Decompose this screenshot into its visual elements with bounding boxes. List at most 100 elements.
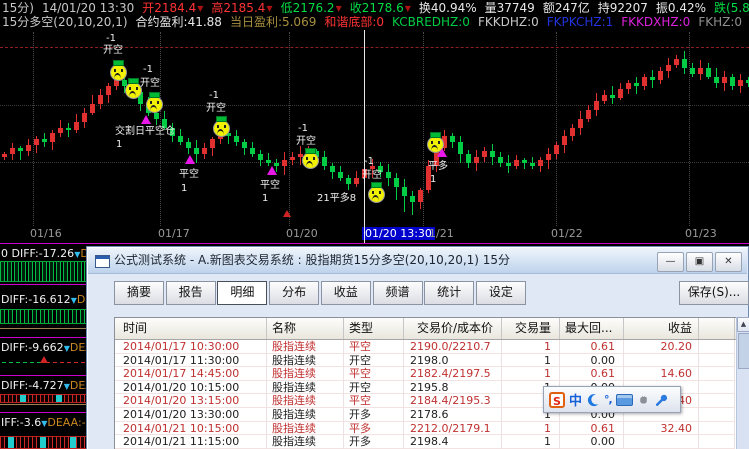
quote-field: 跌(5.8)0.27% — [714, 1, 749, 15]
quote-field: FKHZ:0 — [698, 15, 743, 29]
formula-test-dialog: 公式测试系统 - A.新图表交易系统 : 股指期货15分多空(20,10,20,… — [86, 246, 749, 449]
candle-wick — [412, 190, 413, 215]
indicator-dash-line — [46, 362, 87, 363]
candle-body — [194, 148, 199, 155]
candle-body — [418, 190, 423, 203]
cell-type: 开多 — [344, 407, 404, 422]
down-arrow-icon: ▼ — [197, 4, 204, 13]
dialog-titlebar[interactable]: 公式测试系统 - A.新图表交易系统 : 股指期货15分多空(20,10,20,… — [88, 248, 747, 274]
chinese-mode-icon[interactable]: 中 — [569, 390, 582, 409]
grid-line — [423, 32, 424, 226]
column-header[interactable]: 类型 — [344, 318, 404, 339]
cell-filler — [699, 353, 735, 368]
tab-分布[interactable]: 分布 — [269, 281, 320, 305]
candle-body — [738, 79, 743, 86]
candle-body — [554, 145, 559, 155]
column-header[interactable]: 收益 — [624, 318, 699, 339]
smiley-hat — [149, 92, 160, 98]
tab-摘要[interactable]: 摘要 — [114, 281, 164, 305]
indicator-dash-line — [2, 362, 44, 363]
candle-body — [250, 148, 255, 155]
down-arrow-icon: ▼ — [404, 4, 411, 13]
indicator-cyan-bar — [40, 437, 46, 448]
dialog-title: 公式测试系统 - A.新图表交易系统 : 股指期货15分多空(20,10,20,… — [114, 253, 511, 267]
smiley-hat — [128, 78, 139, 84]
candle-body — [258, 154, 263, 161]
close-signal-triangle-icon — [437, 148, 447, 157]
minimize-button[interactable]: — — [657, 252, 684, 272]
save-button[interactable]: 保存(S)... — [679, 281, 749, 305]
close-button[interactable]: ✕ — [715, 252, 742, 272]
chart-label: 1 — [430, 174, 437, 185]
column-header[interactable]: 名称 — [267, 318, 344, 339]
window-buttons: — ▣ ✕ — [657, 252, 742, 272]
column-header[interactable]: 交易量 — [502, 318, 560, 339]
table-row[interactable]: 2014/01/21 10:15:00 股指连续 平多 2212.0/2179.1 1 0… — [115, 421, 737, 436]
crosshair-line — [364, 30, 365, 243]
grid-line — [689, 32, 690, 226]
punctuation-icon[interactable]: °, — [604, 393, 613, 406]
cell-type: 平空 — [344, 367, 404, 381]
cell-filler — [699, 421, 735, 436]
scroll-up-arrow-icon[interactable]: ▲ — [737, 317, 749, 332]
candle-body — [706, 67, 711, 77]
tab-设定[interactable]: 设定 — [475, 281, 526, 305]
cell-name: 股指连续 — [267, 407, 344, 422]
candle-body — [98, 94, 103, 104]
candle-body — [290, 157, 295, 161]
tab-收益[interactable]: 收益 — [320, 281, 371, 305]
x-axis: 01/16 01/17 01/20 01/20 13:30 1/21 01/22 01/23 — [0, 226, 749, 243]
handwriting-icon[interactable] — [637, 393, 650, 406]
tab-报告[interactable]: 报告 — [165, 281, 216, 305]
tab-频谱[interactable]: 频谱 — [372, 281, 423, 305]
table-row[interactable]: 2014/01/17 14:45:00 股指连续 平空 2182.4/2197.5 1 0… — [115, 367, 737, 381]
cell-name: 股指连续 — [267, 435, 344, 449]
cell-filler — [699, 407, 735, 422]
table-row[interactable]: 2014/01/17 10:30:00 股指连续 平空 2190.0/2210.7 1 0… — [115, 340, 737, 354]
candle-body — [458, 142, 463, 155]
candlestick-chart[interactable]: -1 开空 -1 开空 交割日平空仓 1 -1 开空 平空 1 平空 1 -1 开空 21平多8 -1 开空 平多… — [0, 30, 749, 243]
cell-filler — [699, 380, 735, 395]
indicator-cyan-bar — [56, 395, 62, 402]
down-arrow-icon: ▼ — [266, 4, 273, 13]
restore-button[interactable]: ▣ — [686, 252, 713, 272]
grid-line — [0, 162, 749, 163]
candle-body — [346, 178, 351, 185]
candle-body — [10, 148, 15, 155]
cell-name: 股指连续 — [267, 394, 344, 408]
column-header[interactable]: 交易价/成本价 — [404, 318, 502, 339]
quote-field: 低2176.2 — [280, 1, 335, 15]
tab-明细[interactable]: 明细 — [217, 281, 268, 305]
candle-body — [410, 196, 415, 203]
fullwidth-moon-icon[interactable] — [586, 393, 600, 407]
settings-wrench-icon[interactable] — [654, 393, 668, 407]
sogou-logo-icon[interactable]: S — [549, 391, 565, 408]
candle-body — [538, 160, 543, 167]
panel-separator — [0, 284, 87, 285]
open-signal-smiley-icon — [125, 78, 142, 99]
quote-field: 开2184.4 — [142, 1, 197, 15]
table-row[interactable]: 2014/01/17 11:30:00 股指连续 开空 2198.0 1 0.00 — [115, 353, 737, 368]
cell-time: 2014/01/21 11:15:00 — [115, 435, 267, 449]
quote-bar: 15分) 14/01/20 13:30 开2184.4▼ 高2185.4▼ 低2176.… — [2, 1, 749, 16]
tab-统计[interactable]: 统计 — [424, 281, 475, 305]
cell-price: 2212.0/2179.1 — [404, 421, 502, 436]
down-arrow-icon: ▼ — [335, 4, 342, 13]
cell-maxdd: 0.00 — [560, 435, 624, 449]
table-row[interactable]: 2014/01/21 11:15:00 股指连续 开多 2198.4 1 0.00 — [115, 435, 737, 449]
chart-label: -1 — [298, 123, 308, 134]
table-scrollbar[interactable]: ▲ — [736, 317, 749, 449]
chart-label: 平空 — [260, 180, 280, 191]
quote-field: FKKDHZ:0 — [477, 15, 539, 29]
candle-body — [658, 70, 663, 80]
candle-body — [618, 88, 623, 98]
column-header[interactable]: 时间 — [115, 318, 267, 339]
candle-body — [650, 76, 655, 80]
cell-vol: 1 — [502, 435, 560, 449]
scroll-thumb[interactable] — [738, 333, 749, 369]
column-header-filler — [699, 318, 735, 339]
indicator-label: DIFF:-16.612▼D — [1, 294, 86, 306]
soft-keyboard-icon[interactable] — [615, 393, 633, 406]
quote-field: 15分多空(20,10,20,1) — [2, 15, 128, 29]
column-header[interactable]: 最大回... — [560, 318, 624, 339]
